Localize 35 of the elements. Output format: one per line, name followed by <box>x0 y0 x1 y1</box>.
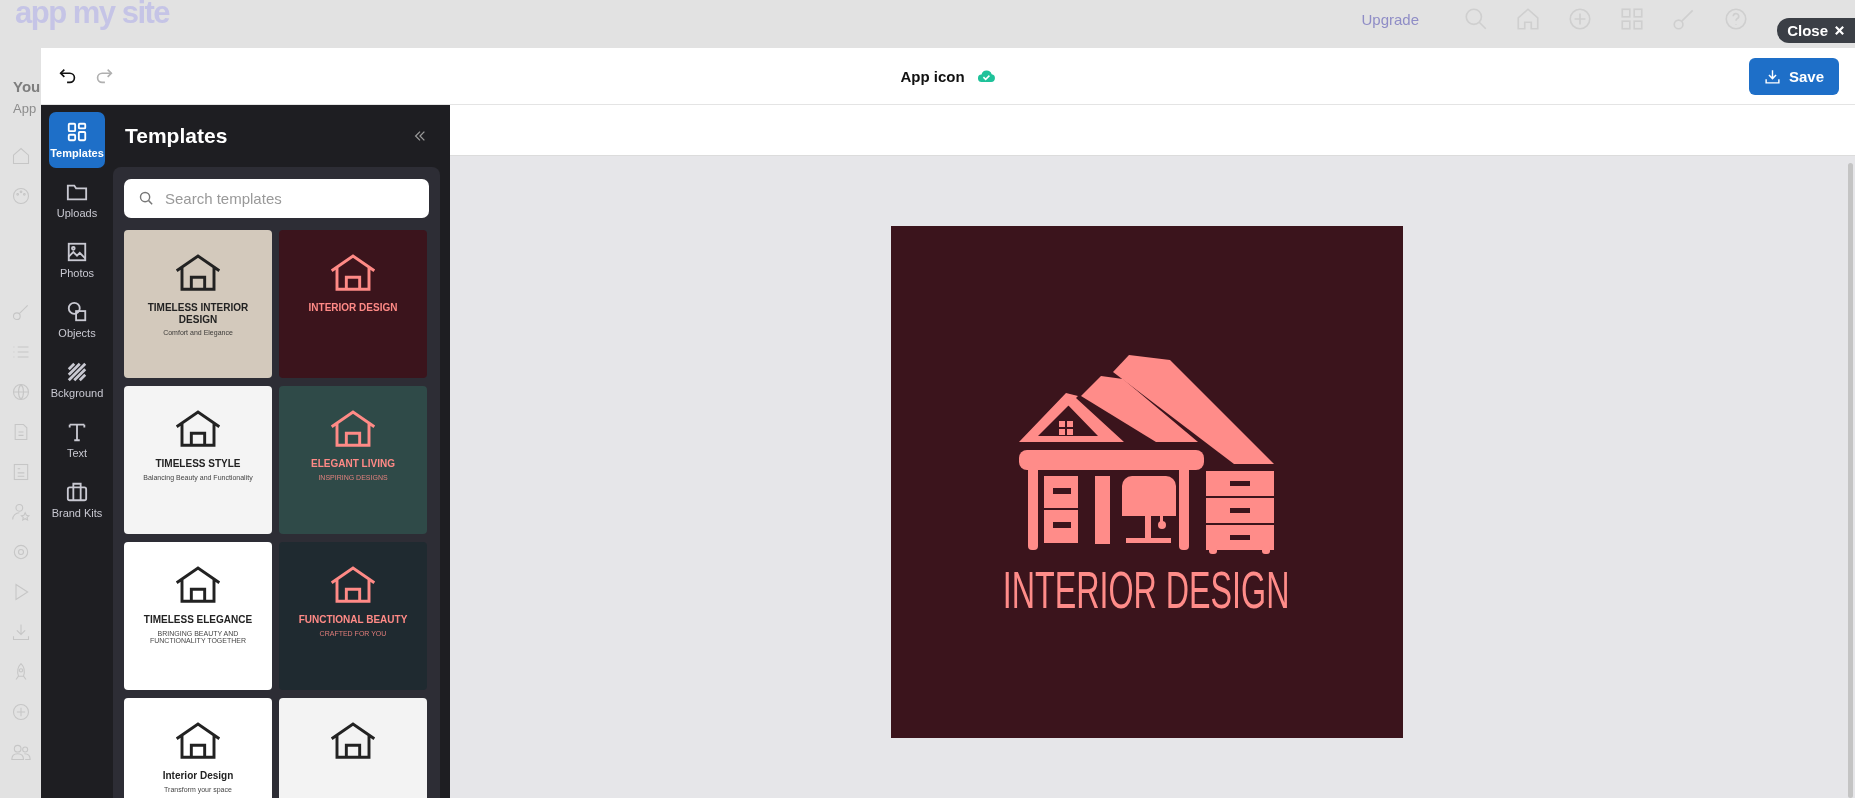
download-icon <box>1763 67 1781 85</box>
text-icon <box>66 421 88 443</box>
logo-title: INTERIOR DESIGN <box>1003 564 1290 616</box>
page-subheading: App <box>12 101 37 116</box>
close-button[interactable]: Close <box>1777 18 1855 43</box>
sidebar-tab[interactable]: Bckground <box>49 352 105 408</box>
download-icon[interactable] <box>10 622 31 642</box>
logo-artboard[interactable]: INTERIOR DESIGN <box>890 226 1403 738</box>
document-title: App icon <box>900 67 965 85</box>
palette-icon[interactable] <box>10 186 31 206</box>
sidebar-tab[interactable]: Objects <box>49 292 105 348</box>
users-icon[interactable] <box>10 742 31 762</box>
collapse-icon[interactable] <box>413 129 427 143</box>
shapes-icon <box>66 301 88 323</box>
page-heading: You <box>12 78 41 95</box>
template-thumbnail[interactable]: INTERIOR DESIGN <box>279 230 427 378</box>
key-icon[interactable] <box>10 302 31 322</box>
image-icon <box>66 241 88 263</box>
save-button[interactable]: Save <box>1748 57 1839 95</box>
home-icon[interactable] <box>10 146 31 166</box>
sidebar-tab[interactable]: Templates <box>49 112 105 168</box>
panel-title: Templates <box>125 124 228 148</box>
close-icon <box>1834 25 1845 36</box>
sidebar-tab[interactable]: Brand Kits <box>49 472 105 528</box>
sidebar-tab[interactable]: Photos <box>49 232 105 288</box>
user-icon[interactable] <box>10 502 31 522</box>
sidebar-tab[interactable]: Text <box>49 412 105 468</box>
sidebar-tab[interactable]: Uploads <box>49 172 105 228</box>
stripes-icon <box>66 361 88 383</box>
briefcase-icon <box>66 481 88 503</box>
layout-icon <box>66 121 88 143</box>
plus-icon[interactable] <box>10 702 31 722</box>
search-icon <box>138 190 155 207</box>
search-field[interactable]: Search templates <box>124 179 429 218</box>
globe-icon[interactable] <box>10 382 31 402</box>
